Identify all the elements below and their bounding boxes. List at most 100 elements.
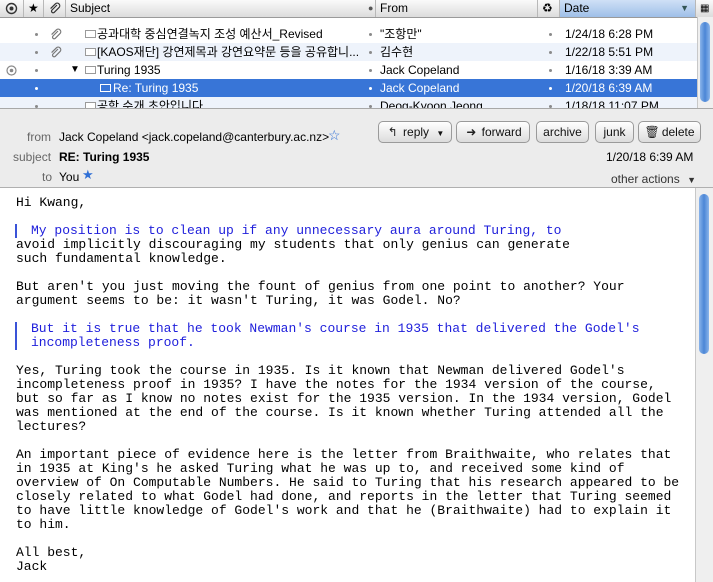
list-header: ★ Subject ● From ♻ Date ▼ ▦ xyxy=(0,0,713,18)
signature: All best, Jack xyxy=(16,545,87,574)
junk-toggle[interactable] xyxy=(549,33,552,36)
from-address[interactable]: Jack Copeland <jack.copeland@canterbury.… xyxy=(59,130,329,144)
read-toggle[interactable] xyxy=(369,33,372,36)
junk-toggle[interactable] xyxy=(549,87,552,90)
message-subject: 공학 수개 초안입니다 xyxy=(97,99,204,109)
message-icon xyxy=(85,102,96,108)
star-toggle[interactable] xyxy=(35,33,38,36)
star-column-header[interactable]: ★ xyxy=(24,0,44,17)
reply-dropdown-icon[interactable]: ▼ xyxy=(436,129,444,138)
subject-label: subject xyxy=(13,150,52,164)
read-toggle[interactable] xyxy=(369,51,372,54)
delete-button[interactable]: 🗑 delete xyxy=(638,121,701,143)
message-body[interactable]: Hi Kwang, My position is to clean up if … xyxy=(0,188,696,582)
archive-button[interactable]: archive xyxy=(536,121,589,143)
body-paragraph: But aren't you just moving the fount of … xyxy=(16,279,625,308)
message-from: 김수현 xyxy=(380,45,414,59)
to-label: to xyxy=(42,170,53,184)
message-body-scrollbar[interactable] xyxy=(695,188,713,582)
date-header-label: Date xyxy=(564,1,590,15)
message-row[interactable]: 공과대학 중심연결녹지 조성 예산서_Revised "조항만" 1/24/18… xyxy=(0,25,697,43)
message-from: Jack Copeland xyxy=(380,81,460,95)
message-row[interactable]: ▼ Turing 1935 Jack Copeland 1/16/18 3:39… xyxy=(0,61,697,79)
reply-button-label: reply xyxy=(403,125,430,139)
attachment-icon xyxy=(51,28,62,40)
message-icon xyxy=(85,30,96,38)
subject-header-label: Subject xyxy=(70,1,111,15)
message-subject: [KAOS재단] 강연제목과 강연요약문 등을 공유합니... xyxy=(97,45,360,59)
star-icon: ★ xyxy=(28,1,39,15)
quoted-text: But it is true that he took Newman's cou… xyxy=(15,322,640,350)
sort-descending-icon: ▼ xyxy=(680,3,689,13)
body-paragraph: Yes, Turing took the course in 1935. Is … xyxy=(16,363,672,434)
read-toggle[interactable] xyxy=(369,69,372,72)
star-toggle[interactable] xyxy=(35,87,38,90)
attachment-icon xyxy=(51,46,62,58)
message-row[interactable]: [KAOS재단] 강연제목과 강연요약문 등을 공유합니... 김수현 1/22… xyxy=(0,43,697,61)
junk-toggle[interactable] xyxy=(549,105,552,108)
junk-toggle[interactable] xyxy=(549,51,552,54)
message-row[interactable]: 공학 수개 초안입니다 Deog-Kyoon Jeong 1/18/18 11:… xyxy=(0,97,697,109)
read-dot-icon: ● xyxy=(368,3,374,13)
forward-button-label: forward xyxy=(481,125,522,139)
junk-column-header[interactable]: ♻ xyxy=(538,0,560,17)
message-icon xyxy=(85,66,96,74)
message-subject: Turing 1935 xyxy=(97,63,161,77)
message-icon xyxy=(100,84,111,92)
forward-button[interactable]: ➜ forward xyxy=(456,121,530,143)
reply-arrow-icon: ↰ xyxy=(387,125,398,139)
chevron-down-icon: ▼ xyxy=(687,175,696,185)
greeting: Hi Kwang, xyxy=(16,195,87,210)
message-subject-title: RE: Turing 1935 xyxy=(59,150,150,164)
subject-column-header[interactable]: Subject xyxy=(66,0,376,17)
column-picker-icon: ▦ xyxy=(700,3,710,14)
read-toggle[interactable] xyxy=(369,105,372,108)
star-toggle[interactable] xyxy=(35,51,38,54)
delete-button-label: delete xyxy=(661,125,695,139)
thread-expand-toggle[interactable]: ▼ xyxy=(70,61,80,79)
junk-button[interactable]: junk xyxy=(595,121,634,143)
to-recipient[interactable]: You xyxy=(59,170,79,184)
message-header: from Jack Copeland <jack.copeland@canter… xyxy=(0,109,713,188)
date-column-header[interactable]: Date ▼ xyxy=(560,0,696,17)
reply-button[interactable]: ↰ reply ▼ xyxy=(378,121,452,143)
message-subject: 공과대학 중심연결녹지 조성 예산서_Revised xyxy=(97,27,323,41)
junk-toggle[interactable] xyxy=(549,69,552,72)
attachment-column-header[interactable] xyxy=(44,0,66,17)
message-subject: Re: Turing 1935 xyxy=(113,81,199,95)
message-date: 1/24/18 6:28 PM xyxy=(565,27,654,41)
message-list-scrollbar[interactable] xyxy=(697,17,713,108)
message-list[interactable]: ★ Subject ● From ♻ Date ▼ ▦ 공과대학 중심연결녹지 … xyxy=(0,0,713,109)
add-contact-star-icon[interactable]: ☆ xyxy=(328,127,341,144)
thread-icon xyxy=(6,65,17,76)
from-header-label: From xyxy=(380,1,408,15)
star-toggle[interactable] xyxy=(35,105,38,108)
message-date: 1/20/18 6:39 AM xyxy=(565,81,653,95)
thread-icon xyxy=(5,2,18,15)
from-label: from xyxy=(27,130,51,144)
thread-column-header[interactable] xyxy=(0,0,24,17)
from-column-header[interactable]: ● From xyxy=(368,0,538,17)
message-from: "조항만" xyxy=(380,27,422,41)
message-date: 1/16/18 3:39 AM xyxy=(565,63,653,77)
message-date: 1/20/18 6:39 AM xyxy=(606,150,694,164)
recycle-icon: ♻ xyxy=(542,1,553,15)
contact-star-icon[interactable]: ★ xyxy=(82,167,94,183)
message-row-selected[interactable]: Re: Turing 1935 Jack Copeland 1/20/18 6:… xyxy=(0,79,697,97)
quoted-text: My position is to clean up if any unnece… xyxy=(15,224,562,238)
trash-icon: 🗑 xyxy=(644,125,660,139)
junk-button-label: junk xyxy=(603,125,626,139)
scrollbar-thumb[interactable] xyxy=(700,22,710,102)
paperclip-icon xyxy=(50,2,61,14)
other-actions-menu[interactable]: other actions ▼ xyxy=(611,172,696,186)
body-paragraph: An important piece of evidence here is t… xyxy=(16,447,680,532)
body-paragraph: avoid implicitly discouraging my student… xyxy=(16,237,570,266)
column-picker[interactable]: ▦ xyxy=(696,0,713,17)
read-toggle[interactable] xyxy=(369,87,372,90)
message-from: Jack Copeland xyxy=(380,63,460,77)
star-toggle[interactable] xyxy=(35,69,38,72)
scrollbar-thumb[interactable] xyxy=(699,194,709,354)
other-actions-label: other actions xyxy=(611,172,680,186)
message-date: 1/18/18 11:07 PM xyxy=(565,99,659,109)
message-date: 1/22/18 5:51 PM xyxy=(565,45,654,59)
